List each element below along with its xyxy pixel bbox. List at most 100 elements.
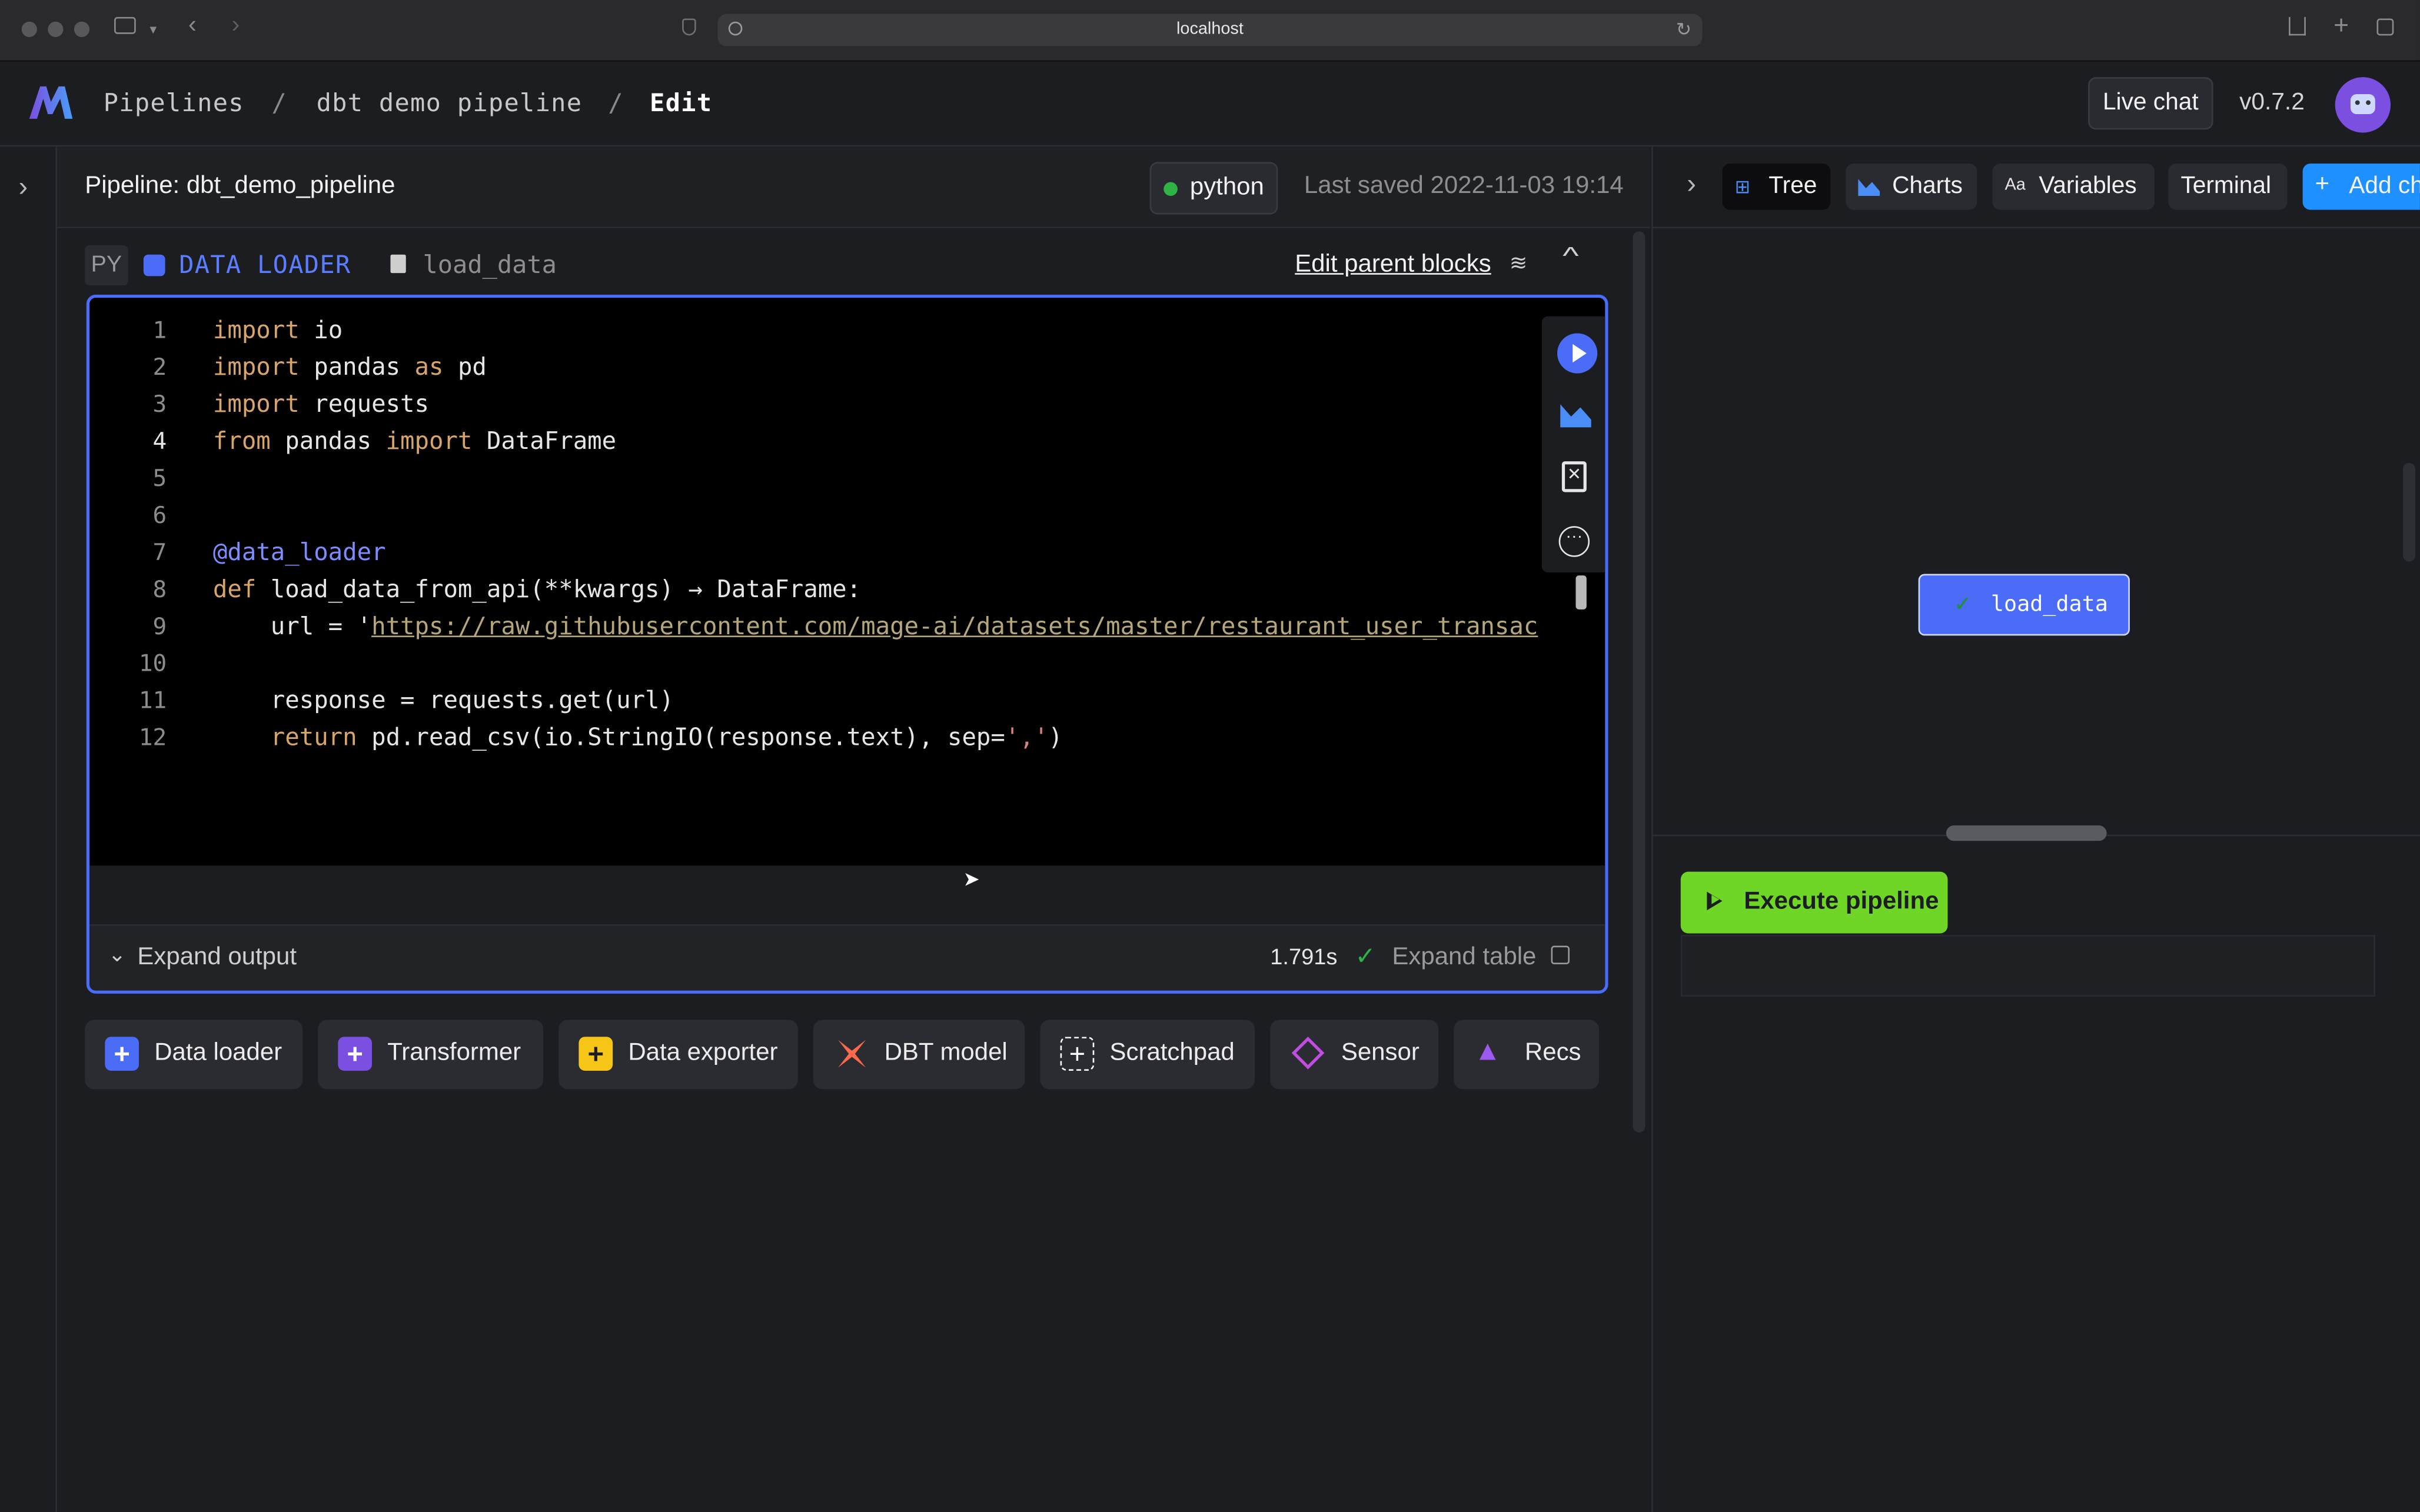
robot-icon (2350, 94, 2375, 115)
tab-label: Variables (2039, 172, 2137, 199)
mage-logo[interactable] (28, 84, 74, 121)
add-scratchpad-button[interactable]: + Scratchpad (1040, 1020, 1255, 1090)
logo-icon (29, 86, 73, 119)
output-footer: ⌄ Expand output 1.791s ✓ Expand table (89, 924, 1605, 991)
minimize-window-button[interactable] (48, 21, 64, 37)
avatar[interactable] (2335, 77, 2391, 133)
sidebar-toggle-icon[interactable] (114, 16, 136, 34)
code-line[interactable]: import pandas as pd (213, 354, 487, 381)
chevron-down-icon[interactable]: ⌄ (108, 941, 127, 968)
forward-icon[interactable]: › (231, 12, 240, 40)
expand-output-button[interactable]: Expand output (137, 944, 297, 972)
back-icon[interactable]: ‹ (188, 12, 197, 40)
code-line[interactable]: response = requests.get(url) (213, 687, 674, 714)
version-label: v0.7.2 (2239, 89, 2305, 116)
code-block[interactable]: 1 import io 2 import pandas as pd 3 import re… (86, 294, 1608, 994)
tree-node-label: load_data (1990, 592, 2108, 617)
external-link-icon[interactable] (1551, 945, 1570, 964)
chart-icon[interactable] (1559, 398, 1593, 429)
add-recs-button[interactable]: ▲ Recs (1454, 1020, 1599, 1090)
block-type-color-icon (143, 254, 165, 277)
line-number: 6 (152, 501, 167, 529)
run-block-button[interactable] (1557, 333, 1598, 374)
add-block-label: Data exporter (628, 1040, 778, 1067)
add-block-label: DBT model (884, 1040, 1008, 1067)
chevron-down-icon[interactable]: ▾ (149, 22, 157, 39)
kernel-status-dot (1164, 182, 1178, 197)
code-line[interactable]: return pd.read_csv(io.StringIO(response.… (213, 724, 1063, 751)
editor-scrollbar-track[interactable] (1633, 231, 1646, 1133)
tab-variables[interactable]: Aa Variables (1992, 163, 2155, 210)
tab-overview-icon[interactable] (2376, 18, 2394, 36)
last-saved-text: Last saved 2022-11-03 19:14 (1304, 172, 1624, 199)
delete-block-icon[interactable]: ✕ (1561, 461, 1587, 492)
stack-icon[interactable]: ≋ (1510, 250, 1528, 277)
plus-outline-icon: + (1060, 1037, 1095, 1071)
plus-icon: + (579, 1037, 613, 1071)
live-chat-button[interactable]: Live chat (2088, 77, 2213, 130)
tree-vertical-scrollbar[interactable] (2403, 462, 2416, 562)
share-icon[interactable] (2289, 16, 2306, 36)
code-line[interactable]: def load_data_from_api(**kwargs) → DataF… (213, 575, 861, 603)
block-name[interactable]: load_data (423, 250, 557, 279)
add-data-exporter-button[interactable]: + Data exporter (559, 1020, 798, 1090)
code-line[interactable]: @data_loader (213, 538, 386, 566)
zoom-window-button[interactable] (74, 21, 90, 37)
collapse-panel-icon[interactable]: › (1687, 168, 1696, 201)
add-transformer-button[interactable]: + Transformer (318, 1020, 544, 1090)
add-sensor-button[interactable]: Sensor (1270, 1020, 1439, 1090)
tab-tree[interactable]: ⊞ Tree (1722, 163, 1831, 210)
execute-output-area (1680, 935, 2375, 997)
tab-terminal[interactable]: Terminal (2168, 163, 2288, 210)
code-editor[interactable]: 1 import io 2 import pandas as pd 3 import re… (89, 298, 1605, 868)
line-number: 7 (152, 538, 167, 567)
breadcrumb-pipelines[interactable]: Pipelines (104, 88, 244, 117)
add-block-label: Scratchpad (1109, 1040, 1235, 1067)
line-number: 1 (152, 316, 167, 344)
check-icon: ✓ (1953, 591, 1972, 616)
shield-icon (682, 18, 696, 36)
add-block-label: Sensor (1341, 1040, 1420, 1067)
code-line[interactable]: import requests (213, 390, 429, 418)
tree-horizontal-scrollbar[interactable] (1946, 825, 2107, 841)
reload-icon[interactable]: ↻ (1676, 18, 1691, 40)
breadcrumb-pipeline-name[interactable]: dbt demo pipeline (317, 88, 583, 117)
left-sidebar: › (0, 146, 58, 1512)
code-line[interactable]: from pandas import DataFrame (213, 427, 616, 455)
kernel-button[interactable]: python (1149, 162, 1278, 215)
plus-icon: + (2315, 171, 2330, 198)
add-data-loader-button[interactable]: + Data loader (85, 1020, 302, 1090)
address-bar[interactable]: localhost ↻ (717, 14, 1703, 46)
new-tab-icon[interactable]: + (2333, 11, 2349, 41)
execute-pipeline-button[interactable]: Execute pipeline (1680, 871, 1948, 934)
breadcrumb-separator: / (271, 88, 288, 118)
block-type-label: DATA LOADER (179, 249, 351, 279)
right-panel: › (1651, 146, 2420, 1512)
add-block-label: Recs (1524, 1040, 1581, 1067)
close-window-button[interactable] (21, 21, 37, 37)
kernel-label: python (1189, 174, 1264, 201)
add-chart-button[interactable]: + Add ch (2302, 163, 2420, 210)
breadcrumb-edit: Edit (650, 88, 713, 118)
check-icon: ✓ (1355, 944, 1376, 971)
expand-table-button[interactable]: Expand table (1392, 944, 1536, 972)
more-options-icon[interactable]: ··· (1558, 526, 1590, 557)
line-number: 8 (152, 575, 167, 604)
wizard-icon: ▲ (1474, 1035, 1502, 1067)
editor-scrollbar[interactable] (1575, 575, 1587, 610)
edit-parent-blocks-link[interactable]: Edit parent blocks (1295, 251, 1491, 279)
expand-sidebar-icon[interactable]: › (18, 171, 28, 204)
dbt-icon (833, 1035, 870, 1073)
tab-label: Tree (1769, 172, 1817, 199)
tab-label: Terminal (2180, 172, 2272, 199)
browser-toolbar: ▾ ‹ › localhost ↻ + (0, 0, 2420, 62)
code-line[interactable]: import io (213, 317, 343, 344)
code-line[interactable]: url = 'https://raw.githubusercontent.com… (213, 612, 1538, 640)
tree-node-load-data[interactable]: ✓ load_data (1918, 574, 2130, 636)
collapse-icon[interactable]: ^ (1563, 244, 1579, 271)
line-number: 9 (152, 612, 167, 641)
tab-charts[interactable]: Charts (1846, 163, 1977, 210)
add-dbt-model-button[interactable]: DBT model (813, 1020, 1025, 1090)
chart-icon (1857, 176, 1882, 198)
line-number: 12 (138, 723, 167, 752)
